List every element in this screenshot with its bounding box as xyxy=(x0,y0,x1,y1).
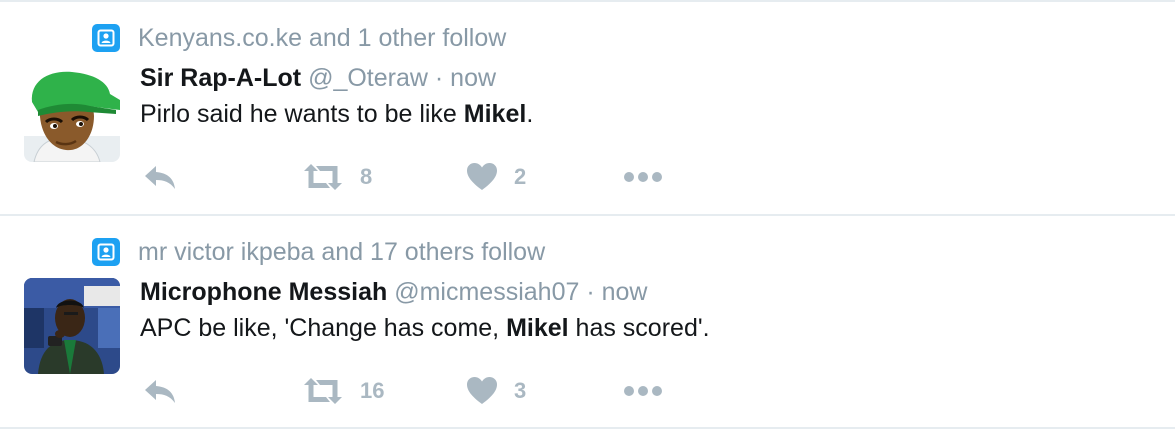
tweet-timestamp[interactable]: now xyxy=(450,64,496,92)
like-button[interactable]: 2 xyxy=(466,157,526,197)
reply-icon xyxy=(142,376,178,406)
avatar[interactable] xyxy=(24,66,120,162)
reply-button[interactable] xyxy=(142,371,178,411)
tweet[interactable]: Kenyans.co.ke and 1 other follow Sir Rap… xyxy=(0,2,1175,214)
tweet-text-before: Pirlo said he wants to be like xyxy=(140,100,464,128)
more-icon xyxy=(623,170,663,184)
more-icon xyxy=(623,384,663,398)
retweet-button[interactable]: 16 xyxy=(302,371,384,411)
reply-button[interactable] xyxy=(142,157,178,197)
retweet-icon xyxy=(302,162,344,192)
retweet-count: 8 xyxy=(360,164,373,189)
person-icon xyxy=(92,238,120,266)
tweet-text-after: . xyxy=(526,100,534,128)
tweet-header: Microphone Messiah @micmessiah07 · now xyxy=(140,278,647,307)
more-button[interactable] xyxy=(623,157,663,197)
divider-bottom xyxy=(0,427,1175,429)
author-fullname[interactable]: Sir Rap-A-Lot xyxy=(140,64,301,92)
retweet-button[interactable]: 8 xyxy=(302,157,372,197)
retweet-count: 16 xyxy=(360,378,385,403)
tweet-text-highlight: Mikel xyxy=(506,314,569,342)
heart-icon xyxy=(466,376,498,406)
author-username[interactable]: @micmessiah07 xyxy=(394,278,579,306)
tweet-actions: 8 2 xyxy=(140,157,740,197)
tweet-actions: 16 3 xyxy=(140,371,740,411)
social-context[interactable]: Kenyans.co.ke and 1 other follow xyxy=(92,22,506,54)
like-button[interactable]: 3 xyxy=(466,371,526,411)
like-count: 2 xyxy=(514,164,527,189)
heart-icon xyxy=(466,162,498,192)
tweet-text-before: APC be like, 'Change has come, xyxy=(140,314,507,342)
social-context[interactable]: mr victor ikpeba and 17 others follow xyxy=(92,236,545,268)
header-separator: · xyxy=(434,64,444,92)
tweet-header: Sir Rap-A-Lot @_Oteraw · now xyxy=(140,64,496,93)
avatar[interactable] xyxy=(24,278,120,374)
more-button[interactable] xyxy=(623,371,663,411)
retweet-icon xyxy=(302,376,344,406)
like-count: 3 xyxy=(514,378,527,403)
person-icon xyxy=(92,24,120,52)
author-fullname[interactable]: Microphone Messiah xyxy=(140,278,387,306)
tweet[interactable]: mr victor ikpeba and 17 others follow Mi… xyxy=(0,216,1175,428)
social-context-text: mr victor ikpeba and 17 others follow xyxy=(138,237,546,266)
social-context-text: Kenyans.co.ke and 1 other follow xyxy=(138,23,507,52)
reply-icon xyxy=(142,162,178,192)
tweet-timestamp[interactable]: now xyxy=(602,278,648,306)
tweet-text-highlight: Mikel xyxy=(463,100,527,128)
header-separator: · xyxy=(586,278,595,306)
author-username[interactable]: @_Oteraw xyxy=(308,64,428,92)
tweet-text-after: has scored'. xyxy=(568,314,710,342)
tweet-text: APC be like, 'Change has come, Mikel has… xyxy=(140,314,710,343)
tweet-text: Pirlo said he wants to be like Mikel. xyxy=(140,100,533,129)
